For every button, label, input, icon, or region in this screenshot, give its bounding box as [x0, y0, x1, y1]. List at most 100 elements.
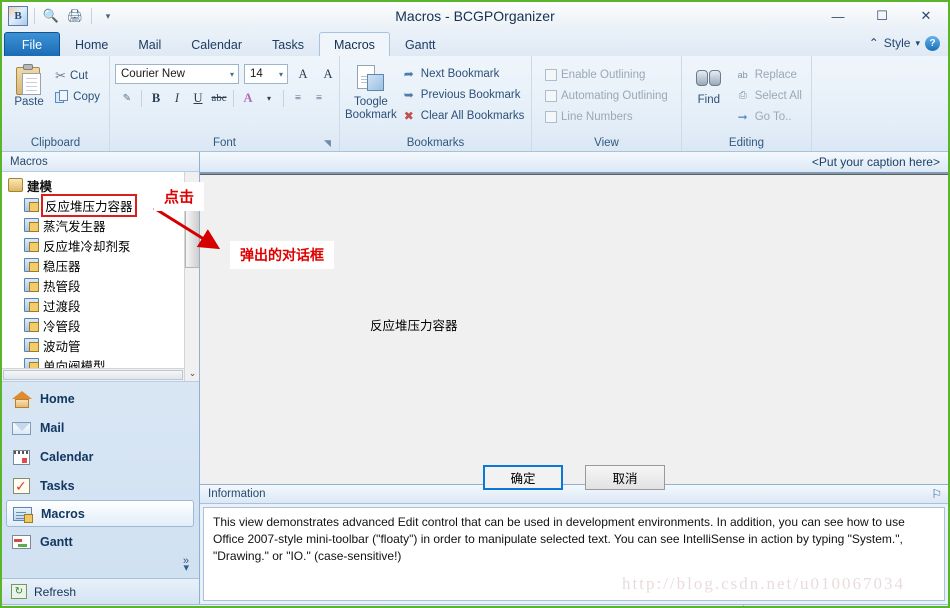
- font-dialog-launcher-icon[interactable]: ◥: [324, 138, 336, 150]
- sidebar-item-macros[interactable]: Macros: [6, 500, 194, 527]
- previous-bookmark-button[interactable]: ➥ Previous Bookmark: [397, 84, 529, 105]
- clear-bookmarks-icon: ✖: [403, 108, 414, 123]
- sidebar-item-home[interactable]: Home: [2, 384, 199, 413]
- help-icon[interactable]: ?: [925, 35, 940, 51]
- tree-item-4[interactable]: 热管段: [2, 275, 199, 295]
- strikethrough-button[interactable]: abc: [209, 88, 229, 108]
- quick-access-toolbar[interactable]: B 🔍 🖨 ▾: [2, 6, 118, 26]
- font-size-combo[interactable]: 14 ▾: [244, 64, 288, 84]
- tree-item-label-7: 波动管: [43, 339, 81, 354]
- clear-all-bookmarks-label: Clear All Bookmarks: [420, 109, 525, 122]
- style-button[interactable]: Style: [884, 36, 911, 50]
- paste-button[interactable]: Paste: [7, 61, 51, 109]
- maximize-button[interactable]: ☐: [860, 3, 904, 29]
- toggle-bookmark-icon: [355, 64, 387, 96]
- tree-item-6[interactable]: 冷管段: [2, 315, 199, 335]
- tree-item-2[interactable]: 反应堆冷却剂泵: [2, 235, 199, 255]
- dialog-surface: 反应堆压力容器 确定 取消: [200, 174, 948, 490]
- grow-font-icon[interactable]: A: [293, 64, 313, 84]
- clear-formatting-icon[interactable]: ✎: [117, 88, 137, 108]
- clear-all-bookmarks-button[interactable]: ✖ Clear All Bookmarks: [397, 105, 529, 126]
- replace-button[interactable]: ab Replace: [731, 64, 806, 85]
- find-button[interactable]: Find: [687, 61, 731, 107]
- view-group-label: View: [594, 137, 619, 149]
- tab-tasks[interactable]: Tasks: [257, 32, 319, 56]
- tree-item-7[interactable]: 波动管: [2, 335, 199, 355]
- automating-outlining-label: Automating Outlining: [561, 89, 668, 102]
- scissors-icon: ✂: [55, 67, 67, 83]
- tab-file[interactable]: File: [4, 32, 60, 56]
- scroll-down-icon[interactable]: ⌄: [185, 365, 199, 381]
- go-to-button[interactable]: ➞ Go To..: [731, 106, 806, 127]
- tab-gantt[interactable]: Gantt: [390, 32, 451, 56]
- sidebar-item-mail[interactable]: Mail: [2, 413, 199, 442]
- next-bookmark-label: Next Bookmark: [420, 67, 500, 80]
- tree-root-label: 建模: [27, 179, 53, 194]
- increase-indent-icon[interactable]: ≡: [309, 88, 329, 108]
- print-preview-icon[interactable]: 🔍: [41, 6, 61, 26]
- font-color-caret-icon[interactable]: ▾: [259, 88, 279, 108]
- tree-horizontal-scrollbar[interactable]: [2, 368, 184, 381]
- sidebar-item-gantt[interactable]: Gantt: [2, 527, 199, 556]
- tab-mail[interactable]: Mail: [123, 32, 176, 56]
- copy-button[interactable]: Copy: [51, 86, 104, 107]
- tab-macros[interactable]: Macros: [318, 32, 390, 56]
- nav-overflow-caret-icon[interactable]: ▾: [2, 563, 199, 574]
- dialog-button-row: 确定 取消: [200, 465, 948, 490]
- toggle-bookmark-button[interactable]: Toogle Bookmark: [345, 61, 397, 122]
- cancel-button[interactable]: 取消: [585, 465, 665, 490]
- toolbar-separator-2: [233, 89, 234, 107]
- tree-item-label-1: 蒸汽发生器: [43, 219, 106, 234]
- cut-button[interactable]: ✂ Cut: [51, 65, 104, 86]
- macro-icon: [24, 198, 39, 212]
- toolbar-separator-3: [283, 89, 284, 107]
- select-all-button[interactable]: ⎙ Select All: [731, 85, 806, 106]
- minimize-button[interactable]: —: [816, 3, 860, 29]
- tree-item-label-4: 热管段: [43, 279, 81, 294]
- customize-qat-icon[interactable]: ▾: [98, 6, 118, 26]
- bold-button[interactable]: B: [146, 88, 166, 108]
- italic-button[interactable]: I: [167, 88, 187, 108]
- collapse-ribbon-icon[interactable]: ⌃: [869, 36, 879, 50]
- font-name-combo[interactable]: Courier New ▾: [115, 64, 239, 84]
- automating-outlining-checkbox[interactable]: Automating Outlining: [541, 85, 672, 106]
- sidebar-item-tasks[interactable]: ✓ Tasks: [2, 471, 199, 500]
- decrease-indent-icon[interactable]: ≡: [288, 88, 308, 108]
- tree-hscroll-thumb[interactable]: [3, 370, 183, 380]
- font-color-icon[interactable]: A: [238, 88, 258, 108]
- shrink-font-icon[interactable]: A: [318, 64, 338, 84]
- enable-outlining-label: Enable Outlining: [561, 68, 646, 81]
- sidebar-item-calendar[interactable]: Calendar: [2, 442, 199, 471]
- print-icon[interactable]: 🖨: [65, 6, 85, 26]
- app-logo-icon[interactable]: B: [8, 6, 28, 26]
- style-caret-icon[interactable]: ▾: [915, 38, 920, 49]
- tree-item-label-3: 稳压器: [43, 259, 81, 274]
- main-body: Macros 建模 反应堆压力容器 蒸汽发生器 反应堆冷却剂泵 稳压器 热管段 …: [2, 152, 948, 604]
- tab-calendar[interactable]: Calendar: [176, 32, 257, 56]
- checkbox-icon-line-numbers[interactable]: [545, 110, 557, 123]
- underline-button[interactable]: U: [188, 88, 208, 108]
- refresh-bar[interactable]: ↻ Refresh: [2, 578, 199, 604]
- ribbon-group-font: Courier New ▾ 14 ▾ A A ✎ B I U abc A ▾ ≡…: [110, 56, 340, 151]
- next-bookmark-button[interactable]: ➦ Next Bookmark: [397, 63, 529, 84]
- checkbox-icon-automating-outlining[interactable]: [545, 89, 557, 102]
- content-pane: <Put your caption here> 反应堆压力容器 确定 取消 In…: [200, 152, 948, 604]
- tree-item-1[interactable]: 蒸汽发生器: [2, 215, 199, 235]
- chevron-down-icon[interactable]: ▾: [230, 70, 236, 79]
- paste-label: Paste: [14, 96, 44, 108]
- chevron-down-icon-size[interactable]: ▾: [279, 70, 285, 79]
- sidebar-item-label-home: Home: [40, 391, 75, 406]
- close-button[interactable]: ✕: [904, 3, 948, 29]
- dialog-message: 反应堆压力容器: [370, 319, 458, 333]
- tree-item-5[interactable]: 过渡段: [2, 295, 199, 315]
- information-pane: Information ⚐ This view demonstrates adv…: [200, 484, 948, 604]
- tree-item-3[interactable]: 稳压器: [2, 255, 199, 275]
- macro-icon: [24, 298, 39, 312]
- line-numbers-checkbox[interactable]: Line Numbers: [541, 106, 672, 127]
- ok-button[interactable]: 确定: [483, 465, 563, 490]
- macros-pane-caption: Macros: [2, 152, 199, 172]
- tab-home[interactable]: Home: [60, 32, 123, 56]
- enable-outlining-checkbox[interactable]: Enable Outlining: [541, 64, 672, 85]
- previous-bookmark-icon: ➥: [403, 87, 414, 102]
- checkbox-icon-enable-outlining[interactable]: [545, 68, 557, 81]
